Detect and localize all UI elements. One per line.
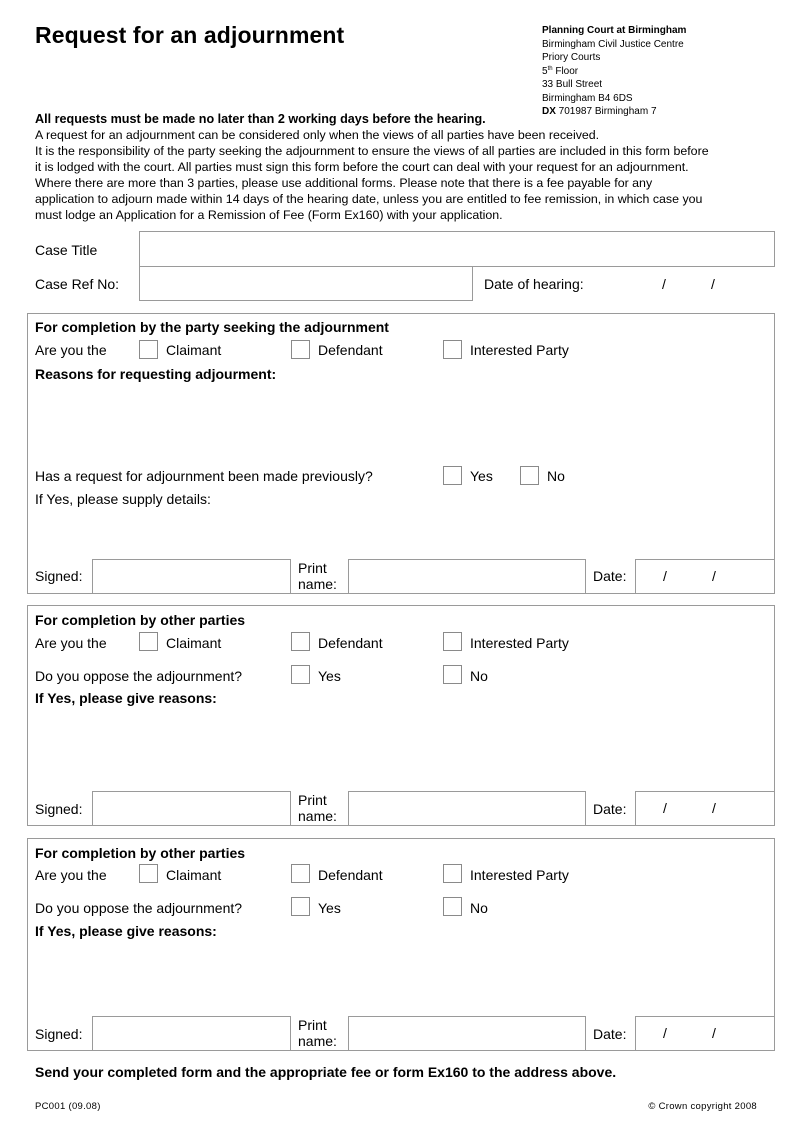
defendant-label: Defendant [318,635,383,651]
previous-no-checkbox[interactable] [520,466,539,485]
date-separator: / [663,568,667,584]
instruction-line: A request for an adjournment can be cons… [35,128,600,142]
interested-party-label: Interested Party [470,342,569,358]
date-separator: / [663,800,667,816]
address-line: Birmingham B4 6DS [542,92,633,104]
signed-label: Signed: [35,568,83,584]
case-ref-field[interactable] [139,266,473,301]
court-name: Planning Court at Birmingham [542,25,687,36]
court-address: Planning Court at Birmingham Birmingham … [542,24,686,119]
date-label: Date: [593,801,627,817]
reasons-field[interactable] [35,710,770,785]
yes-label: Yes [318,668,341,684]
interested-party-checkbox[interactable] [443,340,462,359]
oppose-question: Do you oppose the adjournment? [35,668,243,684]
reasons-heading: Reasons for requesting adjourment: [35,366,277,382]
hearing-date-label: Date of hearing: [484,276,584,292]
claimant-checkbox[interactable] [139,864,158,883]
reasons-heading: If Yes, please give reasons: [35,690,217,706]
print-name-label: Print name: [298,560,337,592]
instruction-line: It is the responsibility of the party se… [35,144,709,158]
deadline-warning: All requests must be made no later than … [35,112,486,126]
details-label: If Yes, please supply details: [35,491,211,507]
signed-label: Signed: [35,801,83,817]
address-line: 33 Bull Street [542,79,603,90]
date-field[interactable]: / / [635,559,775,594]
oppose-yes-checkbox[interactable] [291,897,310,916]
oppose-no-checkbox[interactable] [443,665,462,684]
signature-field[interactable] [92,559,291,594]
section-heading: For completion by other parties [35,845,246,861]
oppose-no-checkbox[interactable] [443,897,462,916]
claimant-checkbox[interactable] [139,340,158,359]
previous-request-question: Has a request for adjournment been made … [35,468,373,484]
claimant-label: Claimant [166,867,222,883]
form-code: PC001 (09.08) [35,1101,101,1112]
copyright: © Crown copyright 2008 [648,1101,757,1112]
signature-field[interactable] [92,1016,291,1051]
defendant-label: Defendant [318,342,383,358]
case-title-label: Case Title [35,242,98,258]
print-name-field[interactable] [348,559,586,594]
previous-yes-checkbox[interactable] [443,466,462,485]
signature-field[interactable] [92,791,291,826]
details-field[interactable] [35,510,770,555]
oppose-question: Do you oppose the adjournment? [35,900,243,916]
yes-label: Yes [470,468,493,484]
are-you-label: Are you the [35,635,107,651]
interested-party-checkbox[interactable] [443,632,462,651]
claimant-label: Claimant [166,342,222,358]
reasons-field[interactable] [35,385,770,460]
date-separator: / [712,1025,716,1041]
interested-party-label: Interested Party [470,867,569,883]
section-heading: For completion by other parties [35,612,246,628]
no-label: No [470,900,488,916]
print-name-label: Print name: [298,792,337,824]
claimant-label: Claimant [166,635,222,651]
defendant-checkbox[interactable] [291,864,310,883]
instruction-line: must lodge an Application for a Remissio… [35,208,503,222]
date-separator: / [712,800,716,816]
hearing-date-field[interactable]: / / [600,268,770,300]
no-label: No [470,668,488,684]
date-separator: / [663,1025,667,1041]
yes-label: Yes [318,900,341,916]
date-field[interactable]: / / [635,1016,775,1051]
print-name-label: Print name: [298,1017,337,1049]
interested-party-label: Interested Party [470,635,569,651]
address-line: Birmingham Civil Justice Centre [542,38,684,50]
send-instruction: Send your completed form and the appropr… [35,1064,617,1080]
date-separator: / [711,276,715,292]
page-title: Request for an adjournment [35,22,345,48]
date-label: Date: [593,568,627,584]
case-ref-label: Case Ref No: [35,276,120,292]
date-separator: / [662,276,666,292]
defendant-label: Defendant [318,867,383,883]
instruction-line: Where there are more than 3 parties, ple… [35,176,653,190]
address-line: Priory Courts [542,52,601,63]
defendant-checkbox[interactable] [291,340,310,359]
print-name-field[interactable] [348,791,586,826]
print-name-field[interactable] [348,1016,586,1051]
interested-party-checkbox[interactable] [443,864,462,883]
address-floor: 5th Floor [542,65,579,77]
are-you-label: Are you the [35,867,107,883]
oppose-yes-checkbox[interactable] [291,665,310,684]
date-label: Date: [593,1026,627,1042]
instructions: All requests must be made no later than … [35,111,775,223]
date-field[interactable]: / / [635,791,775,826]
defendant-checkbox[interactable] [291,632,310,651]
instruction-line: application to adjourn made within 14 da… [35,192,703,206]
no-label: No [547,468,565,484]
reasons-field[interactable] [35,943,770,1013]
section-heading: For completion by the party seeking the … [35,319,389,335]
reasons-heading: If Yes, please give reasons: [35,923,217,939]
date-separator: / [712,568,716,584]
are-you-label: Are you the [35,342,107,358]
signed-label: Signed: [35,1026,83,1042]
instruction-line: it is lodged with the court. All parties… [35,160,689,174]
case-title-field[interactable] [139,231,775,267]
claimant-checkbox[interactable] [139,632,158,651]
